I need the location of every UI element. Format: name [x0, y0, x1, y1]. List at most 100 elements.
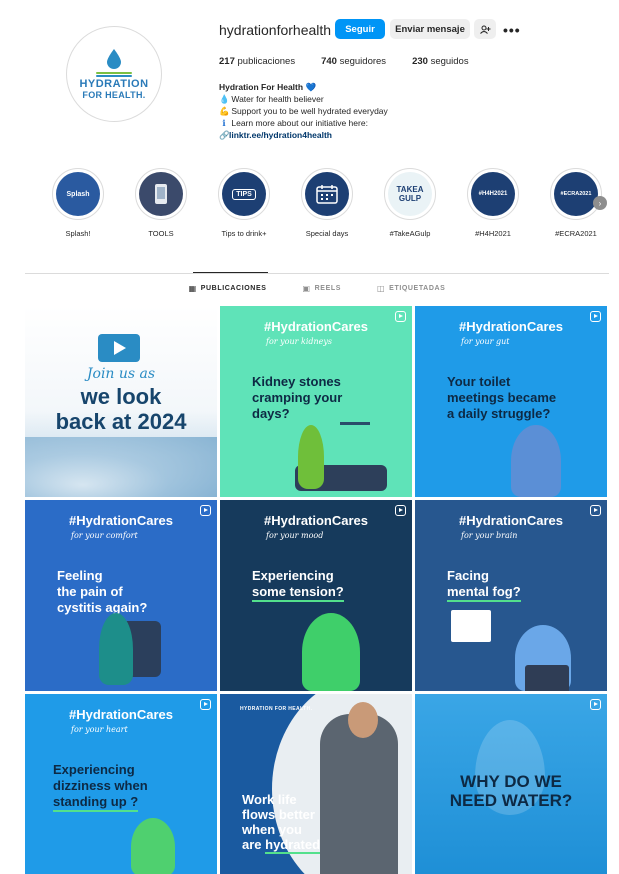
tab-posts-label: PUBLICACIONES [200, 285, 267, 292]
highlight-tips[interactable]: TIPS Tips to drink+ [214, 168, 274, 238]
post-tile[interactable]: #HydrationCares for your brain Facing me… [415, 500, 607, 691]
post-headline: Facing mental fog? [447, 568, 521, 602]
post-tile[interactable]: #HydrationCares for your heart Experienc… [25, 694, 217, 874]
post-subtitle: for your brain [461, 531, 518, 540]
post-headline-highlight: hydrated [265, 837, 321, 854]
highlight-label: #TakeAGulp [389, 229, 431, 238]
highlight-cover-text: #ECRA2021 [560, 191, 592, 197]
post-tile[interactable]: #HydrationCares for your comfort Feeling… [25, 500, 217, 691]
more-options-button[interactable]: ••• [503, 22, 521, 38]
post-tile[interactable]: HYDRATION FOR HEALTH. Work life flows be… [220, 694, 412, 874]
brand-logo-text: HYDRATION FOR HEALTH. [240, 706, 313, 712]
post-headline-highlight: standing up ? [53, 794, 139, 812]
post-headline: Experiencing dizziness when standing up … [53, 762, 148, 812]
profile-avatar[interactable]: HYDRATION FOR HEALTH. [66, 26, 162, 122]
avatar-brand-line2: FOR HEALTH. [82, 90, 146, 100]
post-headline-line: standing up ? [53, 794, 148, 812]
person-add-icon [479, 25, 490, 34]
post-headline-line: Facing [447, 568, 489, 583]
highlight-cover [305, 172, 349, 216]
post-headline-line: cramping your [252, 390, 343, 405]
highlight-tools[interactable]: TOOLS [131, 168, 191, 238]
post-headline-line: when you [242, 822, 302, 837]
businessman-photo [320, 714, 398, 874]
highlight-h4h2021[interactable]: #H4H2021 #H4H2021 [463, 168, 523, 238]
post-hashtag: #HydrationCares [458, 319, 564, 334]
post-headline: Your toilet meetings became a daily stru… [447, 374, 556, 422]
highlight-ring: TIPS [218, 168, 270, 220]
chevron-right-icon: › [598, 198, 602, 208]
post-hashtag: #HydrationCares [68, 513, 174, 528]
water-drop-icon [107, 49, 121, 69]
highlights-next-button[interactable]: › [593, 196, 607, 210]
send-message-button[interactable]: Enviar mensaje [390, 19, 470, 39]
followers-stat[interactable]: 740 seguidores [321, 56, 386, 67]
post-headline-line: flows better [242, 807, 315, 822]
tab-tagged[interactable]: ◫ ETIQUETADAS [377, 284, 445, 293]
post-headline: we look back at 2024 [25, 384, 217, 434]
highlight-ring: #ECRA2021 [550, 168, 602, 220]
post-script-text: Join us as [86, 366, 156, 382]
highlight-ring [301, 168, 353, 220]
droplet-icon: 💧 [219, 94, 230, 104]
tab-reels[interactable]: ▣ REELS [302, 284, 341, 293]
shelf-illustration [340, 422, 370, 425]
post-headline-highlight: mental fog? [447, 584, 521, 602]
post-subtitle: for your comfort [71, 531, 138, 540]
highlight-ring: Splash [52, 168, 104, 220]
following-label: seguidos [430, 56, 469, 67]
highlight-label: Special days [305, 229, 349, 238]
post-headline-line: NEED WATER? [449, 791, 573, 810]
post-headline-line: Your toilet [447, 374, 511, 389]
bio-link[interactable]: linktr.ee/hydration4health [229, 130, 332, 140]
post-tile[interactable]: #HydrationCares for your gut Your toilet… [415, 306, 607, 497]
highlight-cover: #ECRA2021 [554, 172, 598, 216]
businessman-head [348, 702, 378, 738]
highlight-cover-text: #H4H2021 [478, 191, 508, 197]
post-headline-line: Kidney stones [252, 374, 341, 389]
highlight-label: TOOLS [148, 229, 174, 238]
posts-label: publicaciones [237, 56, 296, 67]
post-tile[interactable]: #HydrationCares for your kidneys Kidney … [220, 306, 412, 497]
tab-posts[interactable]: ▦ PUBLICACIONES [189, 284, 267, 293]
posts-stat[interactable]: 217 publicaciones [219, 56, 295, 67]
highlight-cover: TAKEA GULP [388, 172, 432, 216]
grid-icon: ▦ [188, 284, 197, 293]
post-subtitle: for your kidneys [266, 337, 333, 346]
highlight-splash[interactable]: Splash Splash! [48, 168, 108, 238]
post-subtitle: for your mood [266, 531, 324, 540]
profile-tabs: ▦ PUBLICACIONES ▣ REELS ◫ ETIQUETADAS [25, 284, 609, 293]
post-headline: Experiencing some tension? [252, 568, 344, 602]
post-headline-line: Experiencing [252, 568, 334, 583]
post-hashtag: #HydrationCares [68, 707, 174, 722]
post-tile[interactable]: Join us as we look back at 2024 [25, 306, 217, 497]
post-subtitle: for your heart [71, 725, 128, 734]
follow-button[interactable]: Seguir [335, 19, 385, 39]
highlight-label: #ECRA2021 [555, 229, 597, 238]
post-hashtag: #HydrationCares [263, 319, 369, 334]
highlight-cover-text: TIPS [232, 188, 256, 200]
following-count: 230 [412, 56, 428, 67]
highlight-takeagulp[interactable]: TAKEA GULP #TakeAGulp [380, 168, 440, 238]
highlight-cover-text: TAKEA GULP [396, 185, 424, 203]
profile-username: hydrationforhealth [219, 22, 332, 38]
story-highlights: Splash Splash! TOOLS TIPS Tips to drink+ [48, 168, 608, 238]
following-stat[interactable]: 230 seguidos [412, 56, 469, 67]
highlight-special-days[interactable]: Special days [297, 168, 357, 238]
post-tile[interactable]: WHY DO WE NEED WATER? [415, 694, 607, 874]
suggest-similar-button[interactable] [474, 19, 496, 39]
bio-line-2: Support you to be well hydrated everyday [231, 106, 388, 116]
post-headline-line: days? [252, 406, 290, 421]
post-headline-line: Experiencing [53, 762, 135, 777]
highlight-ring: TAKEA GULP [384, 168, 436, 220]
post-headline: Kidney stones cramping your days? [252, 374, 342, 422]
post-tile[interactable]: #HydrationCares for your mood Experienci… [220, 500, 412, 691]
post-headline-line: cystitis again? [57, 600, 148, 615]
bio-line-3: Learn more about our initiative here: [231, 118, 368, 128]
post-headline-line: meetings became [447, 390, 557, 405]
highlight-ring [135, 168, 187, 220]
info-icon: ℹ [222, 118, 226, 128]
post-headline-line: are hydrated [242, 837, 321, 854]
post-headline-line: we look [80, 384, 162, 409]
post-headline: Work life flows better when you are hydr… [242, 792, 321, 854]
